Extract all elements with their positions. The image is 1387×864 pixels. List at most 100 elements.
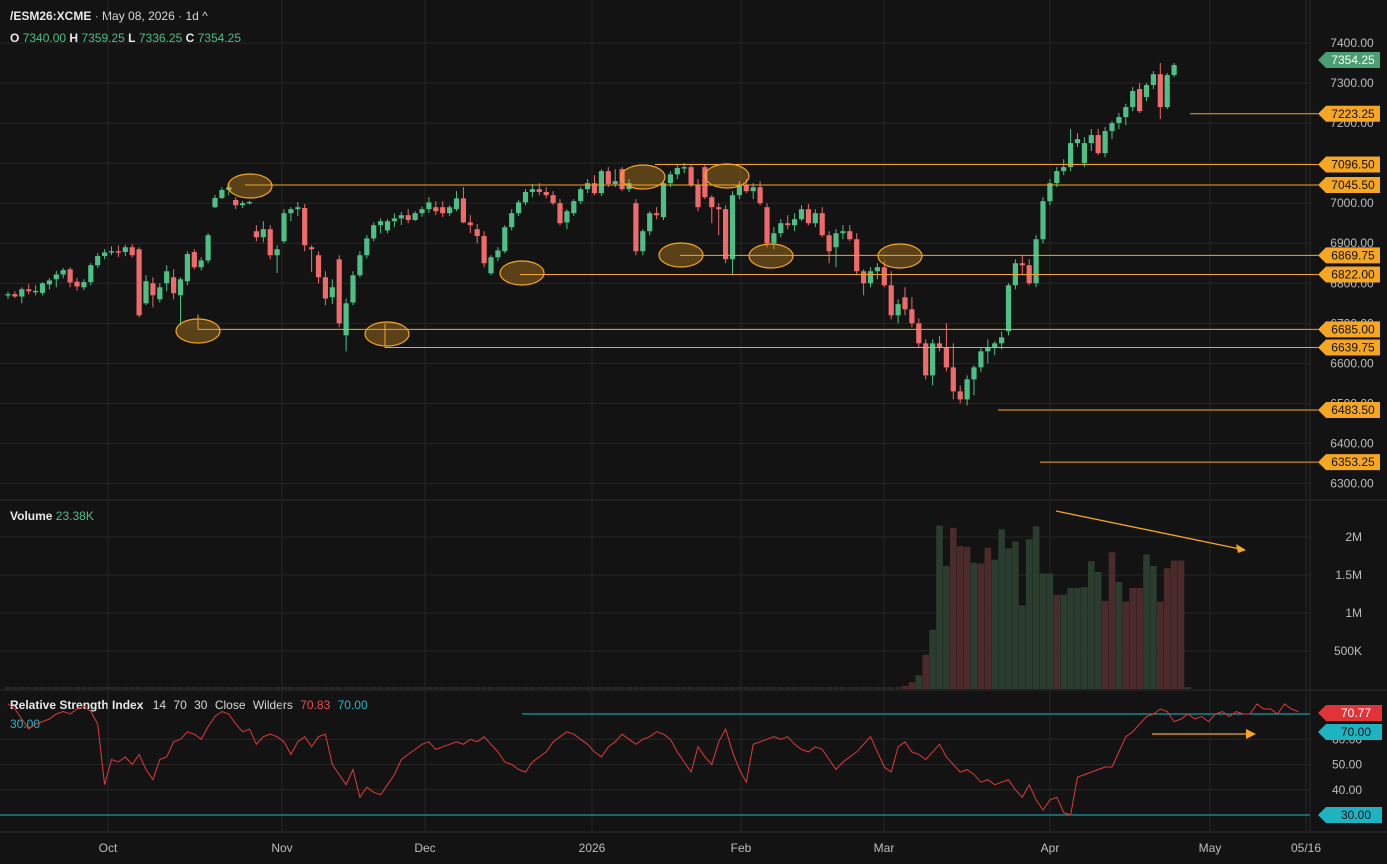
candle-body xyxy=(143,281,149,304)
candle-body xyxy=(529,189,535,192)
candle-body xyxy=(1095,135,1101,154)
chart-canvas[interactable]: Oct Nov Dec 2026 Feb Mar Apr May 05/16 6300.00 640… xyxy=(0,0,1387,864)
volume-bar xyxy=(74,687,80,689)
volume-bar xyxy=(970,562,978,689)
volume-bar xyxy=(467,687,474,689)
candle-body xyxy=(488,257,494,274)
volume-bar xyxy=(839,687,846,689)
candle-body xyxy=(785,223,791,226)
candle-body xyxy=(26,289,32,292)
candle-body xyxy=(378,221,384,226)
candle-body xyxy=(992,343,998,348)
volume-bar xyxy=(860,687,867,689)
volume-bar xyxy=(812,687,819,689)
volume-bar xyxy=(143,687,149,689)
volume-bar xyxy=(950,527,957,689)
level-price-label: 7045.50 xyxy=(1331,178,1375,192)
volume-bar xyxy=(1067,587,1074,689)
volume-bar xyxy=(688,687,695,689)
volume-bar xyxy=(557,687,563,689)
candle-body xyxy=(709,197,715,208)
candle-body xyxy=(315,255,322,278)
level-price-label: 6353.25 xyxy=(1331,455,1375,469)
candle-body xyxy=(102,252,108,257)
volume-bar xyxy=(377,687,384,689)
candle-body xyxy=(67,269,73,283)
volume-bar xyxy=(25,687,32,689)
volume-bar xyxy=(619,687,626,689)
volume-bar xyxy=(895,687,902,689)
volume-bar xyxy=(991,559,998,689)
volume-bar xyxy=(281,687,287,689)
volume-bar xyxy=(743,687,750,689)
volume-bar xyxy=(929,629,936,689)
volume-bar xyxy=(708,687,715,689)
candle-body xyxy=(964,379,970,400)
candle-body xyxy=(950,367,956,392)
candle-body xyxy=(578,189,584,202)
volume-bar xyxy=(853,687,860,689)
candle-body xyxy=(447,207,453,214)
candle-body xyxy=(819,213,825,236)
candle-body xyxy=(861,271,867,284)
candle-body xyxy=(1081,143,1087,164)
volume-bar xyxy=(1143,554,1150,689)
candle-body xyxy=(536,189,542,192)
candle-body xyxy=(1150,74,1156,86)
volume-bar xyxy=(674,687,681,689)
volume-bar xyxy=(1019,605,1026,689)
volume-bar xyxy=(667,687,674,689)
volume-bar xyxy=(1163,568,1171,689)
volume-bar xyxy=(826,687,833,689)
volume-bar xyxy=(315,687,322,689)
volume-bar xyxy=(777,687,784,689)
candle-body xyxy=(1088,135,1094,144)
volume-bar xyxy=(488,687,494,689)
highlight-ellipse xyxy=(748,243,794,269)
volume-bar xyxy=(653,687,660,689)
volume-bar xyxy=(5,687,11,689)
volume-bar xyxy=(453,687,460,689)
candle-body xyxy=(460,198,466,223)
candle-body xyxy=(246,201,253,204)
y-tick-label: 6300.00 xyxy=(1330,477,1374,491)
volume-bar xyxy=(39,687,46,689)
candle-body xyxy=(467,222,473,226)
volume-bar xyxy=(384,687,391,689)
volume-bar xyxy=(122,687,129,689)
volume-bar xyxy=(501,687,508,689)
rsi-line xyxy=(7,703,1299,816)
candle-body xyxy=(1033,239,1039,284)
volume-bar xyxy=(212,687,218,689)
candle-body xyxy=(384,221,391,231)
candle-body xyxy=(1019,263,1025,266)
volume-bar xyxy=(943,565,950,689)
volume-bar xyxy=(1108,552,1116,689)
volume-bar xyxy=(584,687,591,689)
volume-bar xyxy=(246,687,253,689)
volume-bar xyxy=(1088,561,1095,689)
candle-body xyxy=(550,195,556,204)
volume-bar xyxy=(11,687,18,689)
x-tick-label: Feb xyxy=(731,841,752,855)
volume-bar xyxy=(1039,573,1047,689)
volume-bar xyxy=(522,687,529,689)
volume-bar xyxy=(798,687,805,689)
volume-bar xyxy=(757,687,764,689)
volume-bar xyxy=(301,687,308,689)
volume-bar xyxy=(1150,565,1157,689)
candle-body xyxy=(695,185,701,208)
candle-body xyxy=(398,215,404,219)
candle-body xyxy=(177,279,184,296)
candle-body xyxy=(426,202,432,210)
candle-body xyxy=(88,265,94,283)
volume-bar xyxy=(474,687,481,689)
volume-bar xyxy=(881,687,888,689)
volume-bar xyxy=(432,687,439,689)
candle-body xyxy=(357,255,363,276)
candle-body xyxy=(509,213,515,228)
candle-body xyxy=(978,351,984,368)
candle-body xyxy=(847,231,853,240)
volume-bar xyxy=(184,687,191,689)
candle-body xyxy=(233,199,239,206)
